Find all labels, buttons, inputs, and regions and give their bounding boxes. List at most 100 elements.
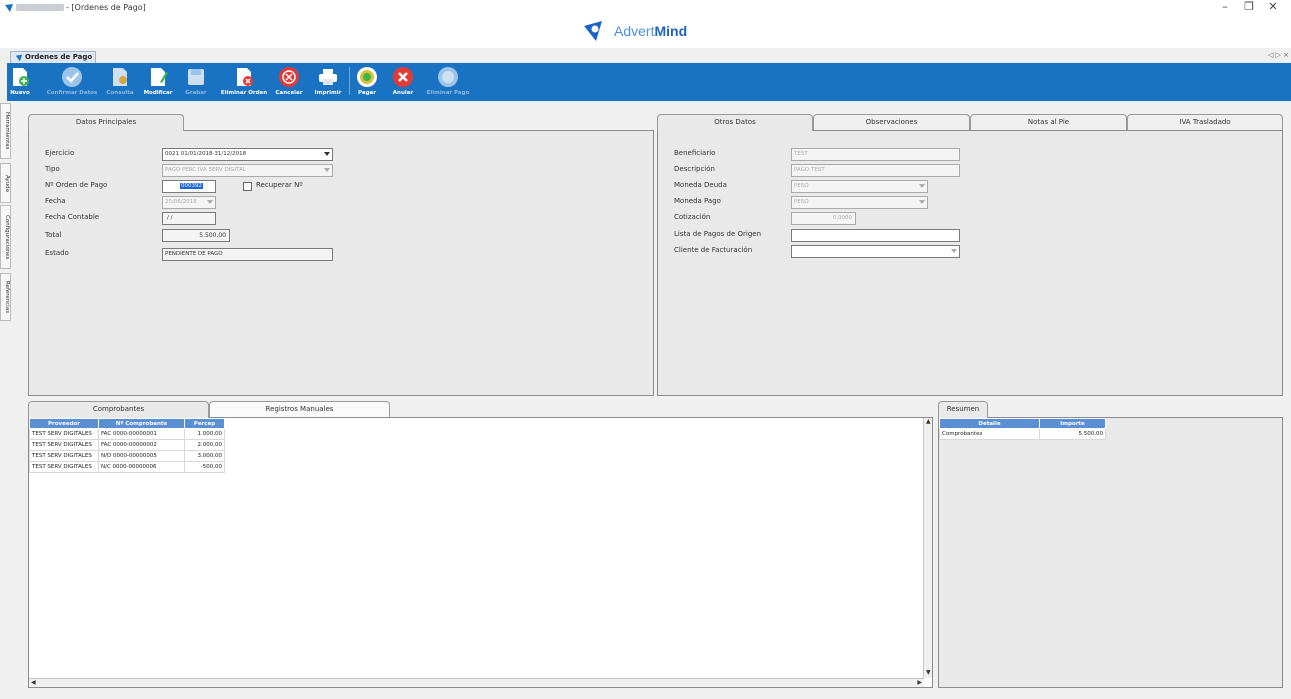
tab-resumen[interactable]: Resumen xyxy=(938,401,988,418)
table-header-row: Detalle Importe xyxy=(939,418,1106,429)
pagar-button[interactable]: Pagar xyxy=(355,63,379,101)
cotizacion-input[interactable]: 0,0000 xyxy=(791,212,856,225)
confirmar-datos-button[interactable]: Confirmar Datos xyxy=(43,63,101,101)
table-row[interactable]: TEST SERV DIGITALES N/D 0000-00000005 3.00… xyxy=(29,450,225,462)
scroll-down-icon[interactable]: ▼ xyxy=(926,669,931,676)
side-panel-strip: Herramientas Ayuda Configuraciones Refer… xyxy=(0,101,11,699)
descripcion-label: Descripción xyxy=(674,165,715,173)
grabar-button[interactable]: Grabar xyxy=(181,63,211,101)
column-header[interactable]: Percep xyxy=(184,418,225,429)
table-cell: TEST SERV DIGITALES xyxy=(29,450,99,462)
moneda-pago-select[interactable]: PESO xyxy=(791,196,928,209)
chevron-down-icon xyxy=(919,184,925,188)
side-tab-ayuda[interactable]: Ayuda xyxy=(0,163,11,203)
column-header[interactable]: Proveedor xyxy=(29,418,99,429)
beneficiario-input[interactable]: TEST xyxy=(791,148,960,161)
column-header[interactable]: Nº Comprobante xyxy=(98,418,185,429)
table-cell: FAC 0000-00000002 xyxy=(98,439,185,451)
consulta-button[interactable]: Consulta xyxy=(105,63,135,101)
scroll-left-icon[interactable]: ◀ xyxy=(31,679,36,686)
table-cell: TEST SERV DIGITALES xyxy=(29,461,99,473)
nuevo-button[interactable]: Nuevo xyxy=(9,63,31,101)
modificar-button[interactable]: Modificar xyxy=(141,63,175,101)
descripcion-input[interactable]: PAGO TEST xyxy=(791,164,960,177)
table-row[interactable]: TEST SERV DIGITALES FAC 0000-00000002 2.00… xyxy=(29,439,225,451)
orden-pago-input[interactable]: 000392 xyxy=(162,180,216,193)
anular-button[interactable]: Anular xyxy=(391,63,415,101)
beneficiario-label: Beneficiario xyxy=(674,149,716,157)
imprimir-button[interactable]: Imprimir xyxy=(311,63,345,101)
eliminar-pago-button[interactable]: Eliminar Pago xyxy=(425,63,471,101)
estado-value: PENDIENTE DE PAGO xyxy=(162,248,333,261)
recuperar-checkbox[interactable] xyxy=(243,182,252,191)
cancelar-button[interactable]: Cancelar xyxy=(273,63,305,101)
table-row[interactable]: TEST SERV DIGITALES N/C 0000-00000006 -500… xyxy=(29,461,225,473)
fecha-contable-input[interactable]: / / xyxy=(162,212,216,225)
check-icon xyxy=(62,67,82,87)
otros-datos-panel: Beneficiario TEST Descripción PAGO TEST … xyxy=(657,130,1283,396)
moneda-deuda-select[interactable]: PESO xyxy=(791,180,928,193)
moneda-deuda-label: Moneda Deuda xyxy=(674,181,727,189)
window-title: - [Ordenes de Pago] xyxy=(16,3,146,12)
lista-pagos-label: Lista de Pagos de Origen xyxy=(674,230,762,238)
side-tab-herramientas[interactable]: Herramientas xyxy=(0,103,11,159)
scroll-up-icon[interactable]: ▲ xyxy=(926,418,931,425)
main-toolbar: Nuevo Confirmar Datos Consulta Modificar… xyxy=(7,63,1291,101)
fecha-picker[interactable]: 25/06/2018 xyxy=(162,196,216,209)
window-title-text: - [Ordenes de Pago] xyxy=(66,3,146,12)
horizontal-scrollbar[interactable]: ◀ ▶ xyxy=(29,678,924,687)
comprobantes-table: Proveedor Nº Comprobante Percep TEST SER… xyxy=(29,418,225,473)
table-cell: TEST SERV DIGITALES xyxy=(29,428,99,440)
tab-observaciones[interactable]: Observaciones xyxy=(813,114,970,130)
side-tab-configuraciones[interactable]: Configuraciones xyxy=(0,205,11,269)
ejercicio-select[interactable]: 0021 01/01/2018-31/12/2018 xyxy=(162,148,333,161)
cliente-facturacion-select[interactable] xyxy=(791,245,960,258)
pay-coin-icon xyxy=(357,67,377,87)
vertical-scrollbar[interactable]: ▲ ▼ xyxy=(923,418,932,678)
app-logo-icon xyxy=(15,54,23,62)
resumen-grid: Detalle Importe Comprobantes 5.500,00 xyxy=(938,417,1283,688)
table-row[interactable]: Comprobantes 5.500,00 xyxy=(939,428,1106,440)
lista-pagos-input[interactable] xyxy=(791,229,960,242)
chevron-down-icon xyxy=(919,200,925,204)
close-button[interactable]: ✕ xyxy=(1261,0,1285,14)
scroll-right-icon[interactable]: ▶ xyxy=(917,679,922,686)
table-cell: Comprobantes xyxy=(939,428,1040,440)
table-row[interactable]: TEST SERV DIGITALES FAC 0000-00000001 1.00… xyxy=(29,428,225,440)
minimize-button[interactable]: – xyxy=(1213,0,1237,14)
orden-pago-label: Nº Orden de Pago xyxy=(45,181,108,189)
document-tab-label: Ordenes de Pago xyxy=(25,53,93,61)
tab-notas-al-pie[interactable]: Notas al Pie xyxy=(970,114,1127,130)
table-cell: N/D 0000-00000005 xyxy=(98,450,185,462)
tipo-select[interactable]: PAGO PERC IVA SERV DIGITAL xyxy=(162,164,333,177)
table-cell: FAC 0000-00000001 xyxy=(98,428,185,440)
estado-label: Estado xyxy=(45,249,69,257)
app-logo-icon xyxy=(5,4,13,12)
moneda-pago-label: Moneda Pago xyxy=(674,197,721,205)
column-header[interactable]: Importe xyxy=(1039,418,1106,429)
delete-document-icon xyxy=(237,68,253,86)
table-cell: -500,00 xyxy=(184,461,225,473)
column-header[interactable]: Detalle xyxy=(939,418,1040,429)
chevron-down-icon xyxy=(324,152,330,156)
side-tab-referencias[interactable]: Referencias xyxy=(0,273,11,321)
resumen-table: Detalle Importe Comprobantes 5.500,00 xyxy=(939,418,1106,440)
table-cell: 2.000,00 xyxy=(184,439,225,451)
edit-document-icon xyxy=(151,68,168,86)
tab-navigation[interactable]: ◁ ▷ × xyxy=(1268,51,1289,59)
tab-registros-manuales[interactable]: Registros Manuales xyxy=(209,401,390,417)
datos-principales-panel: Ejercicio 0021 01/01/2018-31/12/2018 Tip… xyxy=(28,130,654,396)
tab-comprobantes[interactable]: Comprobantes xyxy=(28,401,209,418)
table-cell: 1.000,00 xyxy=(184,428,225,440)
tab-otros-datos[interactable]: Otros Datos xyxy=(657,114,813,131)
advertmind-logo-icon xyxy=(584,21,602,41)
tab-datos-principales[interactable]: Datos Principales xyxy=(28,114,184,131)
document-tab[interactable]: Ordenes de Pago xyxy=(10,51,96,63)
toolbar-separator xyxy=(349,67,350,95)
total-label: Total xyxy=(45,231,62,239)
eliminar-orden-button[interactable]: Eliminar Orden xyxy=(217,63,271,101)
tab-iva-trasladado[interactable]: IVA Trasladado xyxy=(1127,114,1283,130)
save-icon xyxy=(188,69,204,85)
maximize-button[interactable]: ❐ xyxy=(1237,0,1261,14)
chevron-down-icon xyxy=(324,168,330,172)
